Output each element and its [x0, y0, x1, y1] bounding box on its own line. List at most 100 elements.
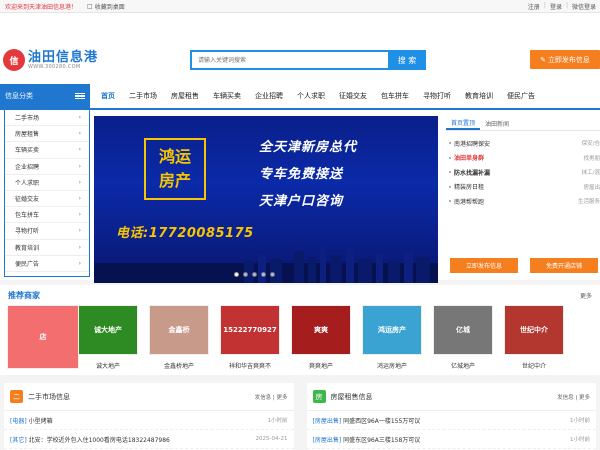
housing-icon: 房	[312, 390, 326, 403]
nav-item-vehicles[interactable]: 车辆买卖	[206, 83, 248, 109]
section-header: 推荐商家 更多	[0, 285, 600, 305]
site-logo[interactable]: 信 油田信息港 WWW.300280.COM	[3, 49, 98, 71]
panel-more-link[interactable]: 发信息 | 更多	[557, 393, 590, 401]
sidebar-item[interactable]: 个人求职 ›	[5, 175, 89, 191]
banner-line: 天津户口咨询	[259, 194, 344, 209]
news-category: 找男朋	[583, 155, 600, 162]
news-category: 房屋出	[583, 184, 600, 191]
more-link[interactable]: 更多	[580, 291, 592, 300]
list-item[interactable]: 油田单身群 找男朋	[446, 151, 600, 166]
nav-item-home[interactable]: 首页	[94, 83, 122, 109]
sidebar-item[interactable]: 车辆买卖 ›	[5, 142, 89, 159]
list-item[interactable]: [其它] 北安：学校近外包入住1000看房电话18322487986 2025-…	[4, 430, 294, 449]
merchant-card[interactable]: 15222770927 祥和华吉爽爽不	[220, 305, 280, 375]
nav-item-education[interactable]: 教育培训	[458, 83, 500, 109]
merchant-logo: 店	[7, 305, 79, 369]
wechat-login-link[interactable]: 微信登录	[572, 2, 596, 11]
list-item[interactable]: [电器] 小型烤箱 1小时前	[4, 411, 294, 430]
news-title: 防水找漏补漏	[454, 169, 491, 177]
panel-title: 房屋租售信息	[330, 392, 373, 401]
sidebar-item[interactable]: 教育培训 ›	[5, 240, 89, 256]
sidebar-item[interactable]: 便民广告 ›	[5, 256, 89, 272]
info-panels: 二 二手市场信息 发信息 | 更多 [电器] 小型烤箱 1小时前 [其它] 北安…	[0, 383, 600, 450]
list-item[interactable]: [房屋出售] 同盛西区96A一楼155万可议 1小时前	[306, 411, 596, 430]
nav-item-dating[interactable]: 征婚交友	[332, 83, 374, 109]
chevron-right-icon: ›	[78, 162, 81, 170]
carousel-dots	[234, 272, 275, 277]
merchant-card[interactable]: 金鑫桥 金鑫桥地产	[149, 305, 209, 375]
item-text: 同盛西区96A一楼155万可议	[343, 417, 421, 425]
nav-item-secondhand[interactable]: 二手市场	[122, 83, 164, 109]
favorite-link[interactable]: □ 收藏到桌面	[87, 2, 125, 11]
sidebar-item[interactable]: 二手市场 ›	[5, 110, 89, 127]
chevron-right-icon: ›	[78, 195, 81, 203]
nav-item-carpool[interactable]: 包车拼车	[374, 83, 416, 109]
chevron-right-icon: ›	[78, 114, 81, 122]
hero-banner[interactable]: 鸿运 房产 全天津新房总代 专车免费接送 天津户口咨询 电话:177200851…	[94, 116, 438, 283]
search-input[interactable]	[190, 50, 388, 70]
carousel-dot[interactable]	[252, 272, 257, 277]
publish-button[interactable]: ✎ 立即发布信息	[530, 50, 600, 69]
search-button[interactable]: 搜 索	[388, 50, 426, 70]
banner-line: 全天津新房总代	[259, 140, 358, 155]
welcome-text: 欢迎来到天津油田信息港！	[5, 3, 78, 11]
carousel-dot[interactable]	[234, 272, 239, 277]
nav-item-recruitment[interactable]: 企业招聘	[248, 83, 290, 109]
list-item[interactable]: 防水找漏补漏 抹工/混	[446, 165, 600, 180]
carousel-dot[interactable]	[243, 272, 248, 277]
merchant-logo: 亿城	[433, 305, 493, 355]
open-shop-button[interactable]: 免费开通店铺	[530, 258, 598, 273]
merchant-name: 世纪中介	[521, 363, 546, 370]
category-header: 信息分类	[0, 84, 90, 108]
nav-item-housing[interactable]: 房屋租售	[164, 83, 206, 109]
merchant-card[interactable]: 鸿运房产 鸿运房地产	[362, 305, 422, 375]
banner-phone: 电话:17720085175	[116, 226, 254, 241]
news-title: 南港帮帮跑	[454, 198, 485, 206]
nav-item-ads[interactable]: 便民广告	[500, 83, 542, 109]
chevron-right-icon: ›	[78, 243, 81, 251]
merchant-name: 爽爽地产	[308, 363, 333, 370]
news-title: 精装房日租	[454, 184, 485, 192]
merchant-logo: 金鑫桥	[149, 305, 209, 355]
list-item[interactable]: 精装房日租 房屋出	[446, 180, 600, 195]
news-title: 油田单身群	[454, 155, 485, 163]
monitor-icon: □	[87, 2, 93, 10]
site-header: 信 油田信息港 WWW.300280.COM 搜 索 ✎ 立即发布信息	[0, 13, 600, 84]
login-link[interactable]: 登录	[550, 2, 562, 11]
tab-oilfield-news[interactable]: 油田新闻	[480, 116, 514, 130]
chevron-right-icon: ›	[78, 227, 81, 235]
main-content: 二手市场 › 房屋租售 › 车辆买卖 › 企业招聘 › 个人求职 › 征婚交友 › 包车拼车…	[0, 110, 600, 283]
merchant-card[interactable]: 世纪中介 世纪中介	[504, 305, 564, 375]
nav-item-jobseekers[interactable]: 个人求职	[290, 83, 332, 109]
item-text: 北安：学校近外包入住1000看房电话18322487986	[28, 436, 170, 444]
carousel-dot[interactable]	[261, 272, 266, 277]
merchant-card[interactable]: 爽爽 爽爽地产	[291, 305, 351, 375]
list-item[interactable]: 南港帮帮跑 生活服务	[446, 194, 600, 209]
merchant-card[interactable]: 诚大地产 诚大地产	[78, 305, 138, 375]
banner-brand-line2: 房产	[158, 171, 191, 190]
merchant-card[interactable]: 亿城 亿城地产	[433, 305, 493, 375]
sidebar-item[interactable]: 寻物打听 ›	[5, 223, 89, 240]
merchant-logo: 鸿运房产	[362, 305, 422, 355]
carousel-dot[interactable]	[270, 272, 275, 277]
sidebar-item[interactable]: 征婚交友 ›	[5, 191, 89, 208]
item-time: 1小时前	[570, 418, 590, 424]
publish-info-button[interactable]: 立即发布信息	[450, 258, 518, 273]
housing-panel: 房 房屋租售信息 发信息 | 更多 [房屋出售] 同盛西区96A一楼155万可议…	[306, 383, 596, 450]
banner-brand: 鸿运 房产	[144, 138, 206, 200]
register-link[interactable]: 注册	[528, 2, 540, 11]
sidebar-item[interactable]: 企业招聘 ›	[5, 159, 89, 175]
list-item[interactable]: [房屋出售] 同盛东区96A三楼158万可议 1小时前	[306, 430, 596, 449]
merchant-card[interactable]: 店	[7, 305, 79, 375]
merchant-logo: 15222770927	[220, 305, 280, 355]
list-item[interactable]: 南港招聘保安 保安/仓	[446, 136, 600, 151]
sidebar-item[interactable]: 包车拼车 ›	[5, 207, 89, 224]
news-category: 抹工/混	[581, 170, 600, 177]
tab-top-pinned[interactable]: 首页置顶	[446, 116, 481, 130]
nav-item-lost-found[interactable]: 寻物打听	[416, 83, 458, 109]
merchant-logo: 诚大地产	[78, 305, 138, 355]
panel-title: 二手市场信息	[28, 392, 70, 401]
sidebar-item[interactable]: 房屋租售 ›	[5, 126, 89, 143]
merchant-name: 祥和华吉爽爽不	[228, 363, 271, 370]
panel-more-link[interactable]: 发信息 | 更多	[255, 393, 288, 401]
